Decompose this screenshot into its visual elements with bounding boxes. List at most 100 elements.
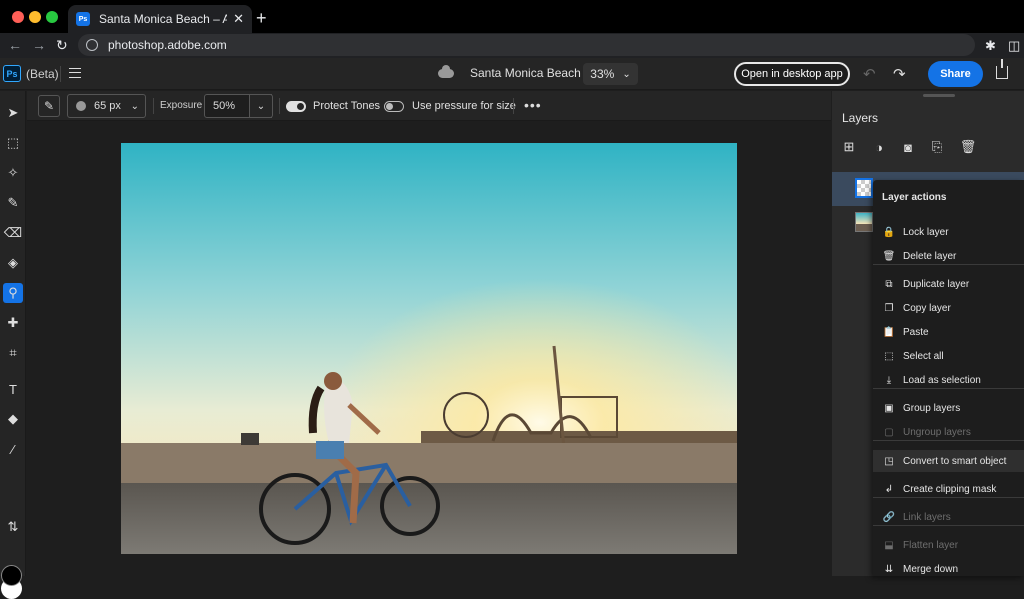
menu-item-duplicate-layer[interactable]: ⧉ Duplicate layer (873, 273, 1024, 295)
exposure-dropdown-button[interactable]: ⌄ (249, 94, 273, 118)
share-button[interactable]: Share (928, 61, 983, 87)
undo-icon[interactable]: ↶ (863, 65, 876, 83)
forward-icon[interactable]: → (32, 37, 46, 53)
menu-item-label: Flatten layer (903, 539, 959, 551)
divider (279, 98, 280, 114)
brush-preset-button[interactable]: ✎ (38, 95, 60, 117)
eyedropper-icon[interactable]: ⁄ (3, 439, 23, 459)
reload-icon[interactable]: ↻ (56, 37, 68, 54)
menu-item-delete-layer[interactable]: 🗑 Delete layer (873, 245, 1024, 267)
menu-item-label: Convert to smart object (903, 455, 1007, 467)
more-options-icon[interactable]: ••• (524, 97, 542, 113)
quick-select-icon[interactable]: ✧ (3, 163, 23, 183)
photoshop-logo-icon[interactable]: Ps (3, 65, 21, 82)
url-text: photoshop.adobe.com (108, 38, 227, 52)
divider (153, 98, 154, 114)
flatten-icon: ⬓ (884, 539, 894, 551)
menu-item-load-as-selection[interactable]: ⤓ Load as selection (873, 369, 1024, 391)
clipping-mask-icon: ↲ (884, 483, 894, 495)
zoom-window-button[interactable] (46, 11, 58, 23)
document-title-label: Santa Monica Beach (470, 66, 581, 80)
new-tab-icon[interactable]: + (256, 8, 267, 29)
close-window-button[interactable] (12, 11, 24, 23)
address-bar[interactable]: photoshop.adobe.com (78, 34, 975, 56)
app-header: Ps (Beta) Santa Monica Beach ⌄ 33% ⌄ Ope… (0, 58, 1024, 90)
healing-icon[interactable]: ✚ (3, 313, 23, 333)
protect-tones-toggle[interactable] (286, 101, 306, 112)
group-icon: ▣ (884, 402, 894, 414)
merge-down-icon: ⇊ (884, 563, 894, 575)
menu-item-label: Lock layer (903, 226, 949, 238)
menu-item-label: Duplicate layer (903, 278, 970, 290)
link-icon: 🔗 (882, 511, 896, 523)
paint-bucket-icon[interactable]: ◈ (3, 253, 23, 273)
swap-colors-icon[interactable]: ⇅ (3, 517, 23, 537)
pressure-size-toggle[interactable] (384, 101, 404, 112)
brush-size-dropdown[interactable]: 65 px ⌄ (67, 94, 146, 118)
brush-icon[interactable]: ✎ (3, 193, 23, 213)
tab-close-icon[interactable]: ✕ (233, 11, 244, 27)
back-icon[interactable]: ← (8, 37, 22, 53)
redo-icon[interactable]: ↷ (893, 65, 906, 83)
menu-title: Layer actions (882, 192, 947, 203)
menu-item-label: Select all (903, 350, 944, 362)
panel-title: Layers (842, 111, 879, 125)
menu-item-group-layers[interactable]: ▣ Group layers (873, 397, 1024, 419)
type-icon[interactable]: T (3, 379, 23, 399)
mask-icon[interactable]: ◙ (900, 139, 916, 155)
duplicate-icon: ⧉ (885, 278, 893, 290)
dodge-icon[interactable]: ⚲ (3, 283, 23, 303)
canvas-area[interactable] (27, 122, 831, 576)
import-icon[interactable]: ⎘ (929, 139, 945, 155)
trash-icon[interactable]: 🗑 (960, 139, 977, 155)
sidebar-icon[interactable]: ◫ (1008, 38, 1020, 54)
extensions-icon[interactable]: ✱ (985, 38, 996, 54)
divider (513, 98, 514, 114)
trash-icon: 🗑 (882, 250, 896, 262)
document-title[interactable]: Santa Monica Beach ⌄ (438, 64, 596, 80)
divider (60, 66, 61, 82)
menu-item-link-layers: 🔗 Link layers (873, 506, 1024, 528)
menu-item-convert-to-smart-object[interactable]: ◳ Convert to smart object (873, 450, 1024, 472)
menu-item-label: Load as selection (903, 374, 981, 386)
menu-item-select-all[interactable]: ⬚ Select all (873, 345, 1024, 367)
paste-icon: 📋 (882, 326, 896, 338)
zoom-value: 33% (590, 67, 615, 81)
tool-options-bar: ✎ 65 px ⌄ Exposure 50% ⌄ Protect Tones U… (27, 91, 831, 121)
menu-item-label: Copy layer (903, 302, 951, 314)
menu-item-merge-down[interactable]: ⇊ Merge down (873, 558, 1024, 580)
chevron-down-icon: ⌄ (622, 68, 631, 80)
open-in-desktop-button[interactable]: Open in desktop app (734, 62, 850, 86)
menu-item-copy-layer[interactable]: ❐ Copy layer (873, 297, 1024, 319)
protect-tones-label: Protect Tones (313, 100, 381, 112)
select-all-icon: ⬚ (884, 350, 894, 362)
cloud-icon (438, 64, 454, 78)
site-info-icon[interactable] (86, 39, 98, 51)
shapes-icon[interactable]: ◆ (3, 409, 23, 429)
browser-tab[interactable]: Ps Santa Monica Beach – Adobe P ✕ (68, 5, 252, 33)
menu-item-label: Ungroup layers (903, 426, 971, 438)
layer-actions-menu: Layer actions 🔒 Lock layer 🗑 Delete layer ⧉ D… (873, 180, 1024, 576)
menu-item-label: Link layers (903, 511, 951, 523)
beta-label: (Beta) (26, 67, 59, 81)
menu-item-paste[interactable]: 📋 Paste (873, 321, 1024, 343)
minimize-window-button[interactable] (29, 11, 41, 23)
menu-item-ungroup-layers: ▢ Ungroup layers (873, 421, 1024, 443)
menu-item-create-clipping-mask[interactable]: ↲ Create clipping mask (873, 478, 1024, 500)
panel-drag-handle[interactable] (923, 94, 955, 97)
move-icon[interactable]: ➤ (3, 103, 23, 123)
tab-title: Santa Monica Beach – Adobe P (99, 12, 228, 26)
menu-item-lock-layer[interactable]: 🔒 Lock layer (873, 221, 1024, 243)
menu-icon[interactable] (69, 68, 81, 78)
zoom-dropdown[interactable]: 33% ⌄ (583, 63, 638, 85)
transform-icon[interactable]: ⬚ (3, 133, 23, 153)
browser-toolbar: ← → ↻ photoshop.adobe.com ✱ ◫ (0, 33, 1024, 58)
eraser-icon[interactable]: ⌫ (3, 223, 23, 243)
add-layer-icon[interactable]: ⊞ (841, 139, 857, 155)
exposure-label: Exposure (160, 100, 203, 111)
menu-item-label: Merge down (903, 563, 959, 575)
adjustment-icon[interactable]: ◑ (871, 139, 887, 155)
crop-icon[interactable]: ⌗ (3, 343, 23, 363)
export-icon[interactable] (996, 59, 1008, 79)
document-image[interactable] (121, 143, 737, 554)
